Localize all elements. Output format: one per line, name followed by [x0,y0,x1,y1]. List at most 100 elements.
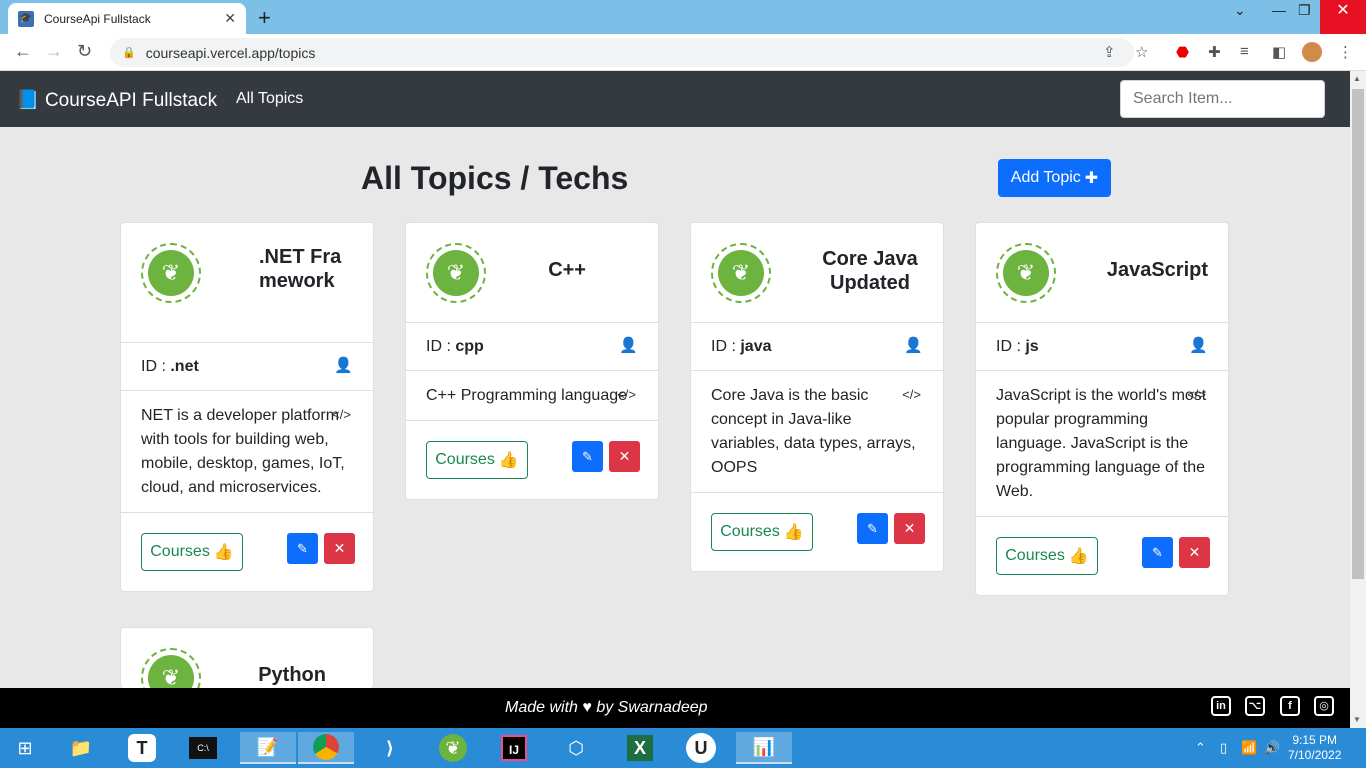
intellij-icon[interactable]: IJ [494,732,534,764]
scroll-down-icon[interactable]: ▼ [1353,715,1361,724]
reload-icon[interactable]: ↻ [77,41,92,62]
topic-card: ❦ .NET Framework ID : .net 👤 </> NET is … [120,222,374,592]
id-label: ID : [996,338,1026,355]
virtualbox-icon[interactable]: ⬡ [556,732,596,764]
instagram-icon[interactable]: ◎ [1314,696,1334,716]
card-footer: Courses 👍 ✎ ✕ [406,421,658,499]
footer-credit: Made with ♥ by Swarnadeep [505,699,708,717]
restore-button[interactable]: ❐ [1298,2,1311,19]
file-explorer-icon[interactable]: 📁 [61,732,101,764]
share-icon[interactable]: ⇪ [1103,43,1116,61]
menu-icon[interactable]: ⋮ [1338,43,1353,61]
edit-button[interactable]: ✎ [287,533,318,564]
adblock-icon[interactable]: ⬣ [1176,43,1189,61]
edit-button[interactable]: ✎ [1142,537,1173,568]
user-icon: 👤 [334,357,353,374]
browser-tab[interactable]: 🎓 CourseApi Fullstack ✕ [8,3,246,34]
pencil-icon: ✎ [582,449,593,464]
tab-search-icon[interactable]: ⌄ [1234,2,1246,19]
chrome-icon[interactable] [298,732,354,764]
thumbs-up-icon: 👍 [213,544,234,561]
spring-tools-icon[interactable]: ❦ [433,732,473,764]
search-input[interactable] [1120,80,1325,118]
new-tab-button[interactable]: + [258,5,271,31]
topic-id-row: ID : java 👤 [691,323,943,371]
taskbar-clock[interactable]: 9:15 PM 7/10/2022 [1288,733,1341,763]
topic-description-row: </> C++ Programming language [406,371,658,421]
delete-button[interactable]: ✕ [609,441,640,472]
topic-title: JavaScript [1106,259,1208,281]
courses-button[interactable]: Courses 👍 [141,533,243,571]
user-icon: 👤 [619,337,638,354]
times-icon: ✕ [333,540,346,556]
notepadpp-icon[interactable]: 📝 [240,732,296,764]
delete-button[interactable]: ✕ [1179,537,1210,568]
bookmark-star-icon[interactable]: ☆ [1135,43,1148,61]
user-icon: 👤 [904,337,923,354]
volume-icon[interactable]: 🔊 [1264,740,1280,756]
footer-text-before: Made with [505,699,578,716]
network-icon[interactable]: 📶 [1241,740,1257,756]
forward-icon[interactable]: → [45,41,63,62]
courses-button[interactable]: Courses 👍 [711,513,813,551]
card-footer: Courses 👍 ✎ ✕ [976,517,1228,595]
side-panel-icon[interactable]: ◧ [1272,43,1286,61]
battery-icon[interactable]: ▯ [1220,740,1227,756]
close-tab-icon[interactable]: ✕ [224,10,236,27]
topic-card: ❦ Core Java Updated ID : java 👤 </> Core… [690,222,944,572]
site-footer: Made with ♥ by Swarnadeep in ⌥ f ◎ [0,688,1350,728]
media-control-icon[interactable]: ≡ [1240,43,1249,60]
topic-title: Core Java Updated [822,248,918,294]
page-title: All Topics / Techs [361,160,629,196]
minimize-button[interactable]: — [1272,2,1286,18]
close-window-button[interactable]: ✕ [1320,0,1366,34]
tray-expand-icon[interactable]: ⌃ [1195,740,1206,756]
topic-description-row: </> Core Java is the basic concept in Ja… [691,371,943,493]
edit-button[interactable]: ✎ [572,441,603,472]
add-topic-label: Add Topic [1010,169,1081,186]
heart-icon: ♥ [582,699,592,716]
pencil-icon: ✎ [1152,545,1163,560]
scroll-up-icon[interactable]: ▲ [1353,74,1361,83]
typora-icon[interactable]: T [122,732,162,764]
terminal-icon[interactable]: C:\ [183,732,223,764]
add-topic-button[interactable]: Add Topic ✚ [998,159,1111,197]
topic-card: ❦ Python [120,627,374,688]
spring-leaf-icon: ❦ [426,243,486,303]
nav-all-topics[interactable]: All Topics [236,90,303,108]
courses-button[interactable]: Courses 👍 [426,441,528,479]
topic-id: java [740,338,772,355]
linkedin-icon[interactable]: in [1211,696,1231,716]
delete-button[interactable]: ✕ [324,533,355,564]
vscode-icon[interactable]: ⟩ [370,732,410,764]
spring-leaf-icon: ❦ [711,243,771,303]
back-icon[interactable]: ← [14,41,32,62]
topic-description: JavaScript is the world's most popular p… [996,387,1207,500]
id-label: ID : [711,338,741,355]
times-icon: ✕ [1188,544,1201,560]
page-scrollbar[interactable]: ▲ ▼ [1350,71,1366,728]
code-icon: </> [902,387,921,402]
edit-button[interactable]: ✎ [857,513,888,544]
courses-button[interactable]: Courses 👍 [996,537,1098,575]
github-icon[interactable]: ⌥ [1245,696,1265,716]
extensions-icon[interactable]: ✚ [1208,43,1221,61]
spring-leaf-icon: ❦ [141,243,201,303]
topic-description: NET is a developer platform with tools f… [141,407,345,496]
profile-avatar[interactable] [1302,42,1322,62]
topic-description-row: </> NET is a developer platform with too… [121,391,373,513]
scroll-thumb[interactable] [1352,89,1364,579]
udemy-icon[interactable]: U [681,732,721,764]
facebook-icon[interactable]: f [1280,696,1300,716]
url-field[interactable]: 🔒 courseapi.vercel.app/topics [110,38,1134,67]
windows-start-icon[interactable]: ⊞ [5,732,45,764]
code-icon: </> [1187,387,1206,402]
topic-description: Core Java is the basic concept in Java-l… [711,387,916,476]
resource-monitor-icon[interactable]: 📊 [736,732,792,764]
clock-time: 9:15 PM [1292,733,1338,747]
code-icon: </> [617,387,636,402]
excel-icon[interactable]: X [620,732,660,764]
brand-link[interactable]: 📘 CourseAPI Fullstack [16,88,217,112]
delete-button[interactable]: ✕ [894,513,925,544]
plus-icon: ✚ [1084,170,1099,187]
